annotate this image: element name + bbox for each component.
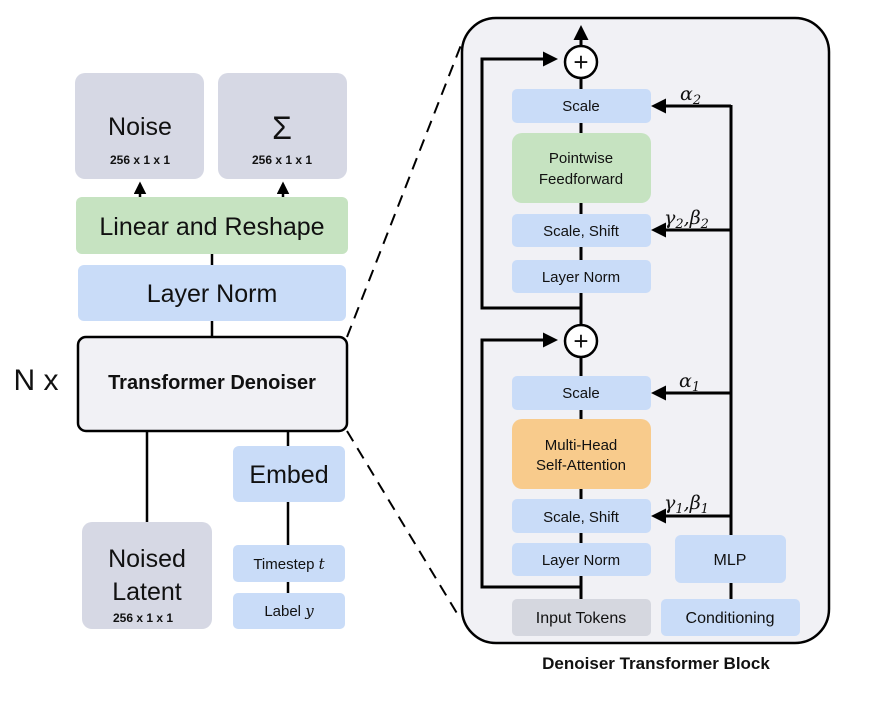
transformer-denoiser-label: Transformer Denoiser <box>108 372 316 394</box>
class-label-var: y <box>304 602 314 620</box>
lower-layer-norm-label: Layer Norm <box>542 552 620 569</box>
sigma-title: Σ <box>272 110 292 146</box>
timestep-label: Timestep <box>253 556 314 573</box>
input-tokens-label: Input Tokens <box>536 610 626 627</box>
self-attention-line1: Multi-Head <box>545 437 618 454</box>
timestep-text: Timestep t <box>253 555 325 573</box>
feedforward-line1: Pointwise <box>549 150 613 167</box>
embed-label: Embed <box>249 461 328 489</box>
feedforward-line2: Feedforward <box>539 171 623 188</box>
upper-layer-norm-box: Layer Norm <box>512 260 651 293</box>
noised-latent-line1: Noised <box>108 545 186 573</box>
self-attention-line2: Self-Attention <box>536 457 626 474</box>
noised-latent-shape: 256 x 1 x 1 <box>113 611 173 625</box>
lower-scale-label: Scale <box>562 385 600 402</box>
lower-scale-shift-box: Scale, Shift <box>512 499 651 533</box>
conditioning-label: Conditioning <box>686 610 775 627</box>
lower-scale-box: Scale <box>512 376 651 410</box>
noised-latent-box: Noised Latent 256 x 1 x 1 <box>82 522 212 629</box>
denoiser-transformer-block: + + Scale Pointwise Feedforward Scale, S… <box>460 16 831 645</box>
class-label-text: Label y <box>264 602 314 620</box>
repeat-count-label: N x <box>14 364 59 397</box>
plus-icon: + <box>573 47 588 77</box>
transformer-denoiser-box: Transformer Denoiser <box>76 335 349 433</box>
noise-title: Noise <box>108 113 172 141</box>
residual-add-upper: + <box>563 44 599 80</box>
sigma-shape: 256 x 1 x 1 <box>252 153 312 167</box>
input-tokens-box: Input Tokens <box>512 599 651 636</box>
noised-latent-line2: Latent <box>112 578 182 606</box>
upper-scale-box: Scale <box>512 89 651 123</box>
mlp-label: MLP <box>714 552 747 569</box>
noise-shape: 256 x 1 x 1 <box>110 153 170 167</box>
upper-layer-norm-label: Layer Norm <box>542 269 620 286</box>
conditioning-box: Conditioning <box>661 599 800 636</box>
upper-scale-label: Scale <box>562 98 600 115</box>
timestep-var: t <box>319 555 326 573</box>
zoom-line-bottom <box>346 430 459 616</box>
residual-add-lower: + <box>563 323 599 359</box>
final-layer-norm-label: Layer Norm <box>147 280 278 308</box>
mlp-box: MLP <box>675 535 786 583</box>
block-caption: Denoiser Transformer Block <box>542 654 770 673</box>
noise-output-box: Noise 256 x 1 x 1 <box>75 73 204 179</box>
linear-reshape-box: Linear and Reshape <box>76 197 348 254</box>
class-label-label: Label <box>264 603 301 620</box>
zoom-line-top <box>346 44 462 338</box>
final-layer-norm-box: Layer Norm <box>78 265 346 321</box>
linear-reshape-label: Linear and Reshape <box>99 213 324 241</box>
class-label-box: Label y <box>233 593 345 629</box>
dit-architecture-diagram: Noise 256 x 1 x 1 Σ 256 x 1 x 1 Linear a… <box>14 16 831 673</box>
sigma-output-box: Σ 256 x 1 x 1 <box>218 73 347 179</box>
timestep-box: Timestep t <box>233 545 345 582</box>
embed-box: Embed <box>233 446 345 502</box>
feedforward-box: Pointwise Feedforward <box>512 133 651 203</box>
upper-scale-shift-box: Scale, Shift <box>512 214 651 247</box>
self-attention-box: Multi-Head Self-Attention <box>512 419 651 489</box>
plus-icon: + <box>573 326 588 356</box>
upper-scale-shift-label: Scale, Shift <box>543 223 620 240</box>
lower-layer-norm-box: Layer Norm <box>512 543 651 576</box>
lower-scale-shift-label: Scale, Shift <box>543 509 620 526</box>
